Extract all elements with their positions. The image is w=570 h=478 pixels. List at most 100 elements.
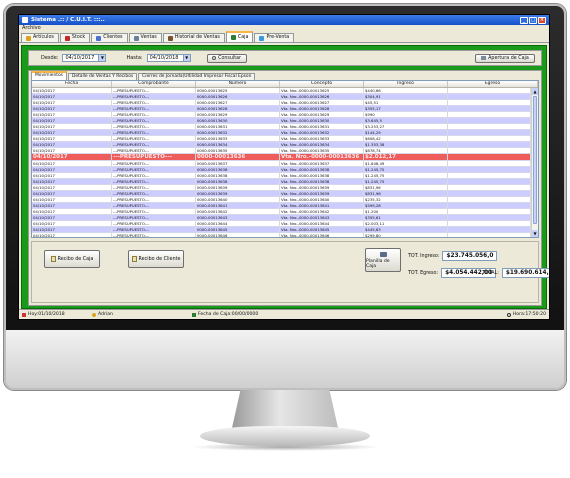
table-cell: Vta. Nro.-0000-00013634 xyxy=(280,142,364,147)
desde-date-field[interactable]: 04/10/2017 ▼ xyxy=(62,54,107,62)
hasta-date-field[interactable]: 04/10/2018 ▼ xyxy=(146,54,191,62)
tab-pre-venta[interactable]: Pre-Venta xyxy=(254,33,295,42)
totals-panel: Recibo de Caja Recibo de Cliente Planill… xyxy=(31,241,549,303)
tab-caja[interactable]: Caja xyxy=(225,31,254,42)
table-cell: ---PRESUPUESTO--- xyxy=(112,221,196,226)
column-header[interactable]: Ingreso xyxy=(364,81,448,87)
table-cell: 0000-00013635 xyxy=(196,148,280,153)
table-cell: $45,51 xyxy=(364,100,448,105)
table-cell: 04/10/2017 xyxy=(32,142,112,147)
subtab-2[interactable]: Cierres de Jornada(Ultilidad Impresor Fi… xyxy=(138,73,256,80)
table-cell: 04/10/2017 xyxy=(32,124,112,129)
monitor-chin xyxy=(4,330,566,390)
tab-clientes[interactable]: Clientes xyxy=(91,33,128,42)
close-button[interactable]: × xyxy=(538,16,546,24)
table-cell: 04/10/2017 xyxy=(32,161,112,166)
table-cell: ---PRESUPUESTO--- xyxy=(112,112,196,117)
table-cell: 04/10/2017 xyxy=(32,173,112,178)
tab-art-culos[interactable]: Artículos xyxy=(21,33,59,42)
table-cell: Vta. Nro.-0000-00013636 xyxy=(280,154,364,160)
table-row[interactable]: 04/10/2017 ---PRESUPUESTO--- 0000-00013646… xyxy=(32,233,531,237)
column-header[interactable]: Fecha xyxy=(32,81,112,87)
table-cell: $1.245,75 xyxy=(364,179,448,184)
recibo-caja-button[interactable]: Recibo de Caja xyxy=(44,250,100,268)
scroll-down-icon[interactable]: ▼ xyxy=(532,230,538,237)
table-cell: 04/10/2017 xyxy=(32,215,112,220)
tab-label: Clientes xyxy=(103,35,123,40)
table-cell: Vta. Nro.-0000-00013631 xyxy=(280,124,364,129)
table-cell: 04/10/2017 xyxy=(32,154,112,160)
calendar-dropdown-icon[interactable]: ▼ xyxy=(182,55,190,61)
table-cell: $608,42 xyxy=(364,136,448,141)
table-cell: 04/10/2017 xyxy=(32,167,112,172)
table-cell: Vta. Nro.-0000-00013640 xyxy=(280,197,364,202)
table-cell: 04/10/2017 xyxy=(32,94,112,99)
table-cell: 0000-00013640 xyxy=(196,197,280,202)
tab-stock[interactable]: Stock xyxy=(59,33,91,42)
table-cell: 0000-00013639 xyxy=(196,191,280,196)
recibo-cliente-button[interactable]: Recibo de Cliente xyxy=(128,250,184,268)
tab-ventas[interactable]: Ventas xyxy=(128,33,162,42)
table-cell: 0000-00013631 xyxy=(196,124,280,129)
window-title: Sistema .:: / C.U.I.T. :::.. xyxy=(31,17,105,23)
planilla-caja-button[interactable]: Planilla de Caja xyxy=(365,248,401,272)
table-cell: 0000-00013641 xyxy=(196,203,280,208)
table-cell: 04/10/2017 xyxy=(32,118,112,123)
scroll-up-icon[interactable]: ▲ xyxy=(532,88,538,95)
subtab-0[interactable]: Movimientos xyxy=(31,71,67,80)
tab-label: Artículos xyxy=(33,35,54,40)
app-window: Sistema .:: / C.U.I.T. :::.. _ □ × Archi… xyxy=(18,14,550,320)
table-cell: ---PRESUPUESTO--- xyxy=(112,106,196,111)
tab-label: Stock xyxy=(71,35,86,40)
table-cell: 0000-00013628 xyxy=(196,106,280,111)
table-cell: $445,63 xyxy=(364,227,448,232)
table-cell: $1.648,49 xyxy=(364,161,448,166)
minimize-button[interactable]: _ xyxy=(520,16,528,24)
table-cell xyxy=(448,130,531,135)
table-cell: ---PRESUPUESTO--- xyxy=(112,100,196,105)
table-cell: ---PRESUPUESTO--- xyxy=(112,233,196,237)
subtab-1[interactable]: Detalle de Ventas Y Recibos xyxy=(67,73,138,80)
total: TOTAL: $19.690.614,0 xyxy=(482,268,549,278)
table-cell: Vta. Nro.-0000-00013642 xyxy=(280,209,364,214)
table-cell: $2.012,17 xyxy=(364,154,448,160)
hasta-date-value: 04/10/2018 xyxy=(149,55,179,61)
status-fecha-text: Hoy:01/10/2018 xyxy=(28,312,65,317)
column-header[interactable]: Egreso xyxy=(448,81,538,87)
main-tabs: Artículos Stock Clientes Ventas Historial de… xyxy=(19,31,549,43)
grid-header: Fecha Comprobante Número Concepto Ingreso Egr… xyxy=(32,81,538,88)
table-cell: Vta. Nro.-0000-00013638 xyxy=(280,173,364,178)
vertical-scrollbar[interactable]: ▲ ▼ xyxy=(531,88,538,237)
table-cell: $831,96 xyxy=(364,185,448,190)
tab-historial-de-ventas[interactable]: Historial de Ventas xyxy=(162,33,225,42)
calendar-dropdown-icon[interactable]: ▼ xyxy=(98,55,106,61)
column-header[interactable]: Comprobante xyxy=(112,81,196,87)
table-cell: ---PRESUPUESTO--- xyxy=(112,179,196,184)
consultar-label: Consultar xyxy=(218,55,242,61)
table-cell xyxy=(448,167,531,172)
menu-archivo[interactable]: Archivo xyxy=(22,25,41,31)
scroll-thumb[interactable] xyxy=(533,96,537,224)
table-cell: 0000-00013643 xyxy=(196,215,280,220)
table-cell: 0000-00013625 xyxy=(196,88,280,93)
table-cell xyxy=(448,185,531,190)
table-row[interactable]: 04/10/2017 ---PRESUPUESTO--- 0000-00013636… xyxy=(32,154,531,161)
tab-label: Ventas xyxy=(140,35,157,40)
planilla-label: Planilla de Caja xyxy=(366,258,390,269)
table-cell: 0000-00013627 xyxy=(196,100,280,105)
table-cell: Vta. Nro.-0000-00013646 xyxy=(280,233,364,237)
maximize-button[interactable]: □ xyxy=(529,16,537,24)
status-fecha-caja-text: Fecha de Caja:00/00/0000 xyxy=(198,312,259,317)
total-label: TOTAL: xyxy=(482,270,499,276)
status-hora: Hora:17:50:20 xyxy=(506,312,546,317)
column-header[interactable]: Número xyxy=(196,81,280,87)
receipt-icon xyxy=(131,256,137,262)
status-user-text: Adrian xyxy=(98,312,113,317)
table-cell: 04/10/2017 xyxy=(32,130,112,135)
column-header[interactable]: Concepto xyxy=(280,81,364,87)
consultar-button[interactable]: Consultar xyxy=(206,53,247,63)
apertura-caja-button[interactable]: Apertura de Caja xyxy=(475,53,535,63)
desde-label: Desde: xyxy=(41,55,59,61)
tot-ingreso-label: TOT. Ingreso: xyxy=(408,253,440,259)
table-cell: Vta. Nro.-0000-00013637 xyxy=(280,161,364,166)
